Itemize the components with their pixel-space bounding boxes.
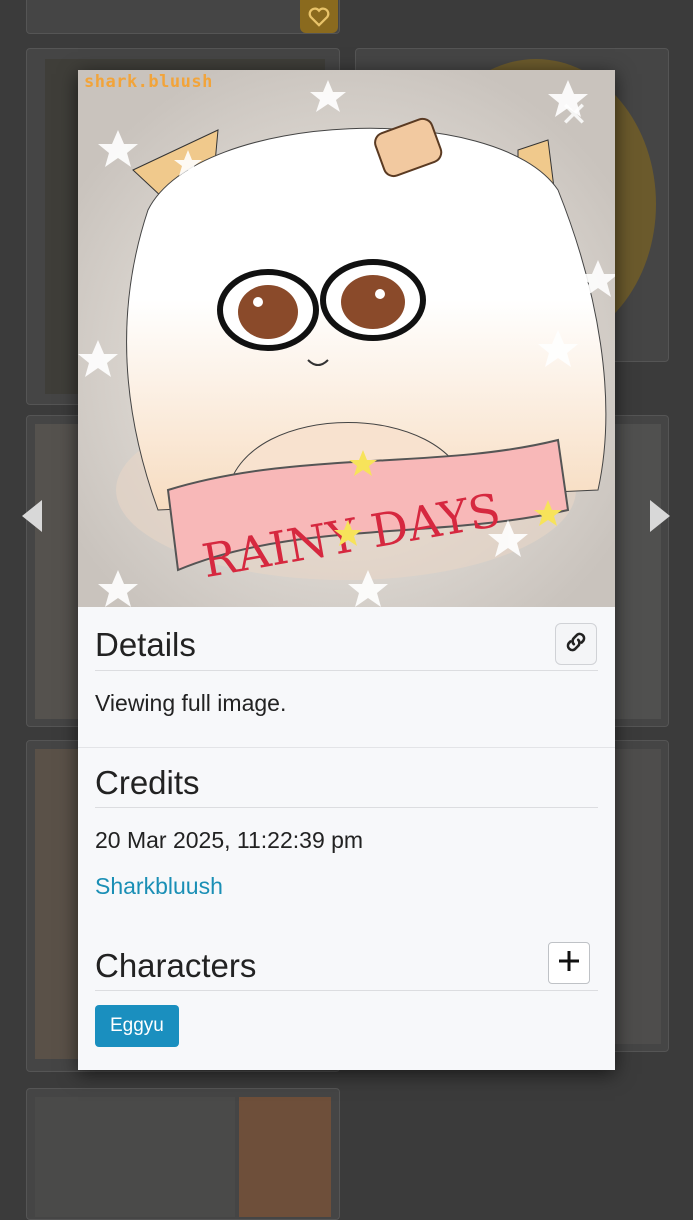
characters-heading: Characters — [95, 947, 257, 984]
previous-arrow-icon[interactable] — [22, 500, 42, 532]
next-arrow-icon[interactable] — [650, 500, 670, 532]
image-modal: RAINY DAYS shark.bluush ✕ Details Viewin… — [78, 70, 615, 1070]
add-character-button[interactable] — [548, 942, 590, 984]
favorite-heart-icon[interactable] — [300, 0, 338, 33]
gallery-card[interactable] — [26, 0, 340, 34]
artist-link[interactable]: Sharkbluush — [95, 873, 223, 900]
credits-rule — [95, 807, 598, 808]
characters-rule — [95, 990, 598, 991]
details-heading: Details — [95, 626, 196, 663]
gallery-card[interactable] — [26, 1088, 340, 1220]
credits-heading: Credits — [95, 764, 200, 801]
close-icon[interactable]: ✕ — [559, 98, 589, 132]
upload-timestamp: 20 Mar 2025, 11:22:39 pm — [95, 827, 364, 853]
section-divider — [78, 747, 615, 748]
plus-icon — [557, 949, 581, 978]
details-rule — [95, 670, 598, 671]
link-icon — [563, 629, 589, 660]
artist-signature: shark.bluush — [84, 72, 213, 92]
details-text: Viewing full image. — [95, 690, 287, 716]
artwork-image: RAINY DAYS shark.bluush ✕ — [78, 70, 615, 607]
permalink-button[interactable] — [555, 623, 597, 665]
character-tag[interactable]: Eggyu — [95, 1005, 179, 1047]
